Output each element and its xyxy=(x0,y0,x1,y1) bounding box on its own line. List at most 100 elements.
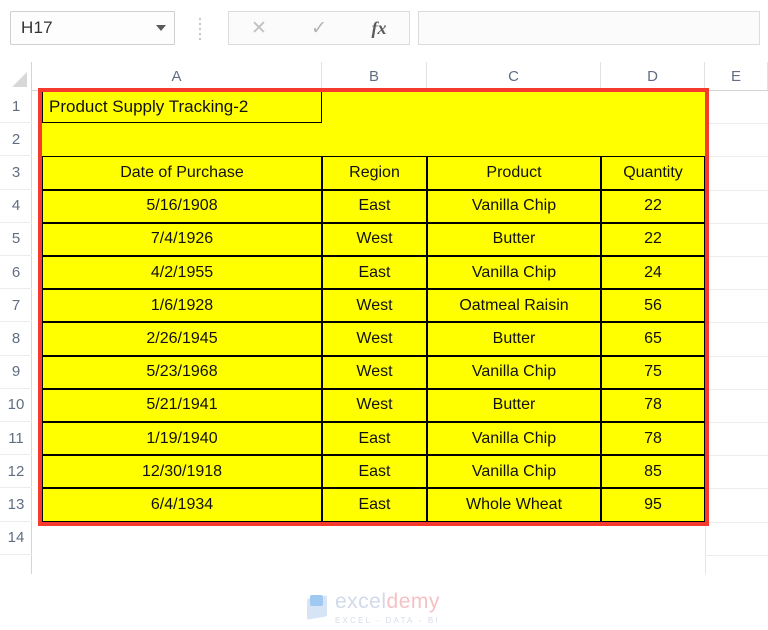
table-cell-r10-c1[interactable]: 6/4/1934 xyxy=(42,488,322,522)
table-cell-r10-c4[interactable]: 95 xyxy=(601,488,705,522)
gridline-horizontal xyxy=(705,355,768,357)
table-header-quantity[interactable]: Quantity xyxy=(601,156,705,190)
select-all-corner[interactable] xyxy=(0,62,32,90)
table-cell-r9-c2[interactable]: East xyxy=(322,455,427,489)
row-header-9[interactable]: 9 xyxy=(0,356,32,389)
formula-input[interactable] xyxy=(418,11,760,45)
title-cell[interactable]: Product Supply Tracking-2 xyxy=(42,90,322,124)
column-header-d[interactable]: D xyxy=(601,62,705,90)
column-header-label: A xyxy=(171,67,182,85)
table-cell-r1-c2[interactable]: East xyxy=(322,189,427,223)
cancel-button[interactable]: ✕ xyxy=(235,12,283,44)
cell-text: 5/21/1941 xyxy=(146,396,218,414)
row-header-8[interactable]: 8 xyxy=(0,322,32,356)
table-header-date-of-purchase[interactable]: Date of Purchase xyxy=(42,156,322,190)
row-header-label: 11 xyxy=(8,429,24,447)
table-cell-r4-c2[interactable]: West xyxy=(322,289,427,323)
row-header-6[interactable]: 6 xyxy=(0,256,32,290)
table-cell-r1-c1[interactable]: 5/16/1908 xyxy=(42,189,322,223)
table-cell-r3-c3[interactable]: Vanilla Chip xyxy=(427,256,601,290)
table-cell-r3-c2[interactable]: East xyxy=(322,256,427,290)
column-header-a[interactable]: A xyxy=(32,62,322,90)
cell-text: Product xyxy=(486,163,542,181)
table-header-product[interactable]: Product xyxy=(427,156,601,190)
table-cell-r9-c4[interactable]: 85 xyxy=(601,455,705,489)
table-cell-r6-c4[interactable]: 75 xyxy=(601,355,705,389)
cell-text: 4/2/1955 xyxy=(150,263,214,281)
enter-button[interactable]: ✓ xyxy=(295,12,343,44)
row-header-2[interactable]: 2 xyxy=(0,123,32,157)
table-cell-r5-c4[interactable]: 65 xyxy=(601,322,705,356)
row-header-label: 3 xyxy=(11,163,21,181)
row-header-14[interactable]: 14 xyxy=(0,522,32,555)
table-cell-r8-c4[interactable]: 78 xyxy=(601,422,705,456)
table-cell-r7-c1[interactable]: 5/21/1941 xyxy=(42,388,322,422)
row-header-label: 13 xyxy=(7,495,25,513)
table-cell-r6-c2[interactable]: West xyxy=(322,355,427,389)
row-header-12[interactable]: 12 xyxy=(0,455,32,489)
table-cell-r2-c4[interactable]: 22 xyxy=(601,222,705,256)
close-icon: ✕ xyxy=(251,17,267,39)
table-cell-r5-c1[interactable]: 2/26/1945 xyxy=(42,322,322,356)
table-cell-r7-c3[interactable]: Butter xyxy=(427,388,601,422)
table-cell-r7-c2[interactable]: West xyxy=(322,388,427,422)
table-cell-r7-c4[interactable]: 78 xyxy=(601,388,705,422)
row-header-4[interactable]: 4 xyxy=(0,190,32,223)
cell-text: Date of Purchase xyxy=(120,163,244,181)
table-cell-r5-c2[interactable]: West xyxy=(322,322,427,356)
table-cell-r8-c2[interactable]: East xyxy=(322,422,427,456)
table-cell-r1-c3[interactable]: Vanilla Chip xyxy=(427,189,601,223)
name-box-value: H17 xyxy=(21,18,53,37)
table-cell-r10-c3[interactable]: Whole Wheat xyxy=(427,488,601,522)
cell-text: 7/4/1926 xyxy=(150,230,214,248)
cell-text: East xyxy=(358,495,391,513)
table-cell-r8-c3[interactable]: Vanilla Chip xyxy=(427,422,601,456)
cell-text: 22 xyxy=(644,197,662,215)
table-cell-r3-c4[interactable]: 24 xyxy=(601,256,705,290)
cell-text: 75 xyxy=(644,363,662,381)
gridline-horizontal xyxy=(705,422,768,423)
name-box[interactable]: H17 xyxy=(10,11,175,45)
chevron-down-icon[interactable] xyxy=(148,25,174,31)
table-cell-r3-c1[interactable]: 4/2/1955 xyxy=(42,256,322,290)
row-header-11[interactable]: 11 xyxy=(0,422,32,456)
column-header-b[interactable]: B xyxy=(322,62,427,90)
table-cell-r2-c2[interactable]: West xyxy=(322,222,427,256)
column-header-e[interactable]: E xyxy=(705,62,768,90)
table-cell-r4-c1[interactable]: 1/6/1928 xyxy=(42,289,322,323)
row-header-1[interactable]: 1 xyxy=(0,90,32,124)
insert-function-button[interactable]: fx xyxy=(355,12,403,44)
row-header-13[interactable]: 13 xyxy=(0,488,32,522)
cell-text: East xyxy=(358,429,391,447)
table-cell-r4-c3[interactable]: Oatmeal Raisin xyxy=(427,289,601,323)
cell-text: 85 xyxy=(644,462,662,480)
cell-text: Butter xyxy=(492,396,536,414)
table-cell-r5-c3[interactable]: Butter xyxy=(427,322,601,356)
column-header-c[interactable]: C xyxy=(427,62,601,90)
table-header-region[interactable]: Region xyxy=(322,156,427,190)
table-cell-r10-c2[interactable]: East xyxy=(322,488,427,522)
cell-text: 65 xyxy=(644,329,662,347)
row-header-10[interactable]: 10 xyxy=(0,389,32,422)
row-header-5[interactable]: 5 xyxy=(0,223,32,256)
table-cell-r9-c1[interactable]: 12/30/1918 xyxy=(42,455,322,489)
table-cell-r8-c1[interactable]: 1/19/1940 xyxy=(42,422,322,456)
cell-text: 78 xyxy=(644,429,662,447)
table-cell-r6-c1[interactable]: 5/23/1968 xyxy=(42,355,322,389)
column-header-label: E xyxy=(730,67,741,85)
row-header-7[interactable]: 7 xyxy=(0,289,32,323)
row-header-label: 1 xyxy=(11,97,21,115)
cell-text: 5/23/1968 xyxy=(146,363,218,381)
cell-text: West xyxy=(356,363,393,381)
table-cell-r2-c3[interactable]: Butter xyxy=(427,222,601,256)
cell-text: 2/26/1945 xyxy=(146,329,218,347)
row-header-3[interactable]: 3 xyxy=(0,156,32,190)
table-cell-r9-c3[interactable]: Vanilla Chip xyxy=(427,455,601,489)
table-cell-r1-c4[interactable]: 22 xyxy=(601,189,705,223)
column-header-label: D xyxy=(647,67,658,85)
watermark-name: exceldemy xyxy=(335,591,440,612)
table-cell-r4-c4[interactable]: 56 xyxy=(601,289,705,323)
table-cell-r6-c3[interactable]: Vanilla Chip xyxy=(427,355,601,389)
table-cell-r2-c1[interactable]: 7/4/1926 xyxy=(42,222,322,256)
column-header-label: C xyxy=(508,67,519,85)
